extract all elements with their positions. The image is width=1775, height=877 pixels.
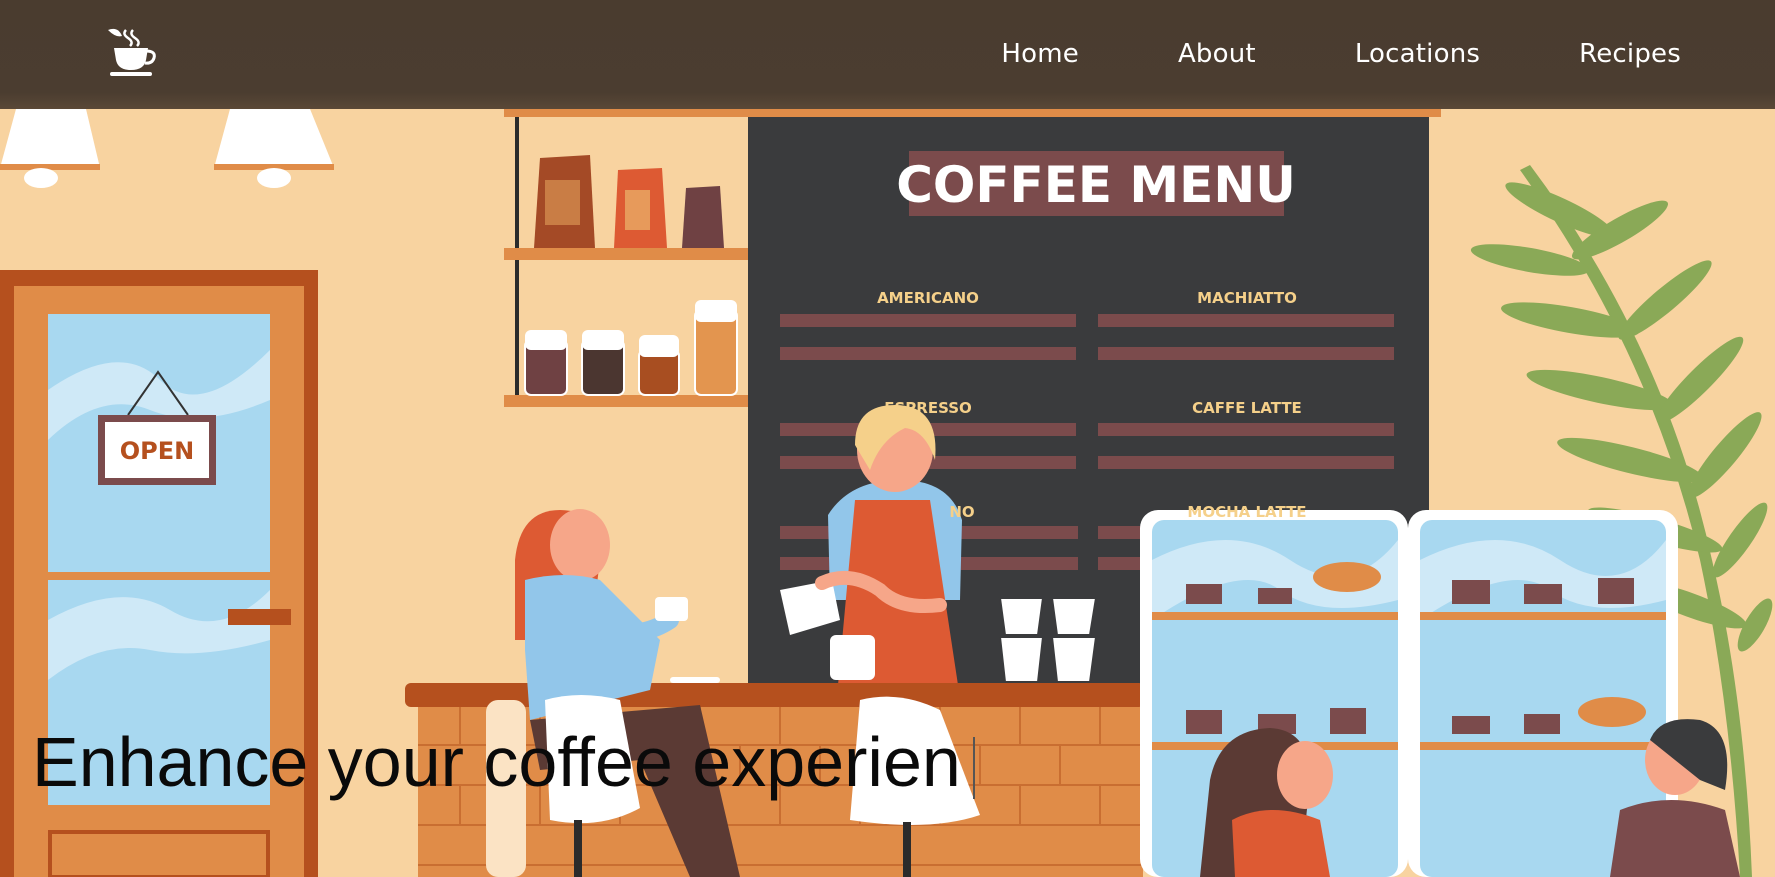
door-sign-text: OPEN <box>120 437 194 465</box>
menu-item: NO <box>949 503 974 521</box>
menu-item: ESPRESSO <box>884 399 972 417</box>
menu-item: CAFFE LATTE <box>1192 399 1302 417</box>
menu-title: COFFEE MENU <box>896 156 1296 214</box>
menu-item: MACHIATTO <box>1197 289 1297 307</box>
hero-headline-text: Enhance your coffee experien <box>32 723 961 801</box>
navbar: Home About Locations Recipes <box>0 0 1775 109</box>
coffee-cup-icon[interactable] <box>104 24 162 82</box>
nav-link-recipes[interactable]: Recipes <box>1579 34 1681 74</box>
nav-link-locations[interactable]: Locations <box>1355 34 1480 74</box>
typing-caret <box>972 736 975 799</box>
hero-headline: Enhance your coffee experien <box>32 722 975 802</box>
nav-link-home[interactable]: Home <box>1001 34 1079 74</box>
nav-links: Home About Locations Recipes <box>1001 34 1681 74</box>
menu-item: MOCHA LATTE <box>1187 503 1306 521</box>
nav-link-about[interactable]: About <box>1178 34 1256 74</box>
menu-item: AMERICANO <box>877 289 979 307</box>
